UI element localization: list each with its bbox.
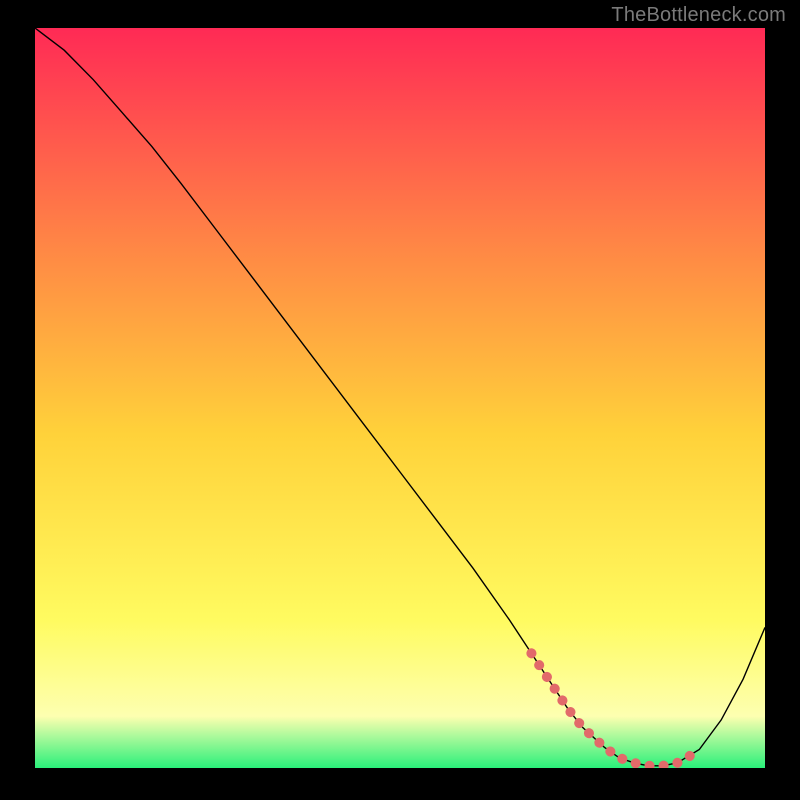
plot-area xyxy=(35,28,765,768)
chart-container: TheBottleneck.com xyxy=(0,0,800,800)
plot-svg xyxy=(35,28,765,768)
watermark-text: TheBottleneck.com xyxy=(611,4,786,27)
